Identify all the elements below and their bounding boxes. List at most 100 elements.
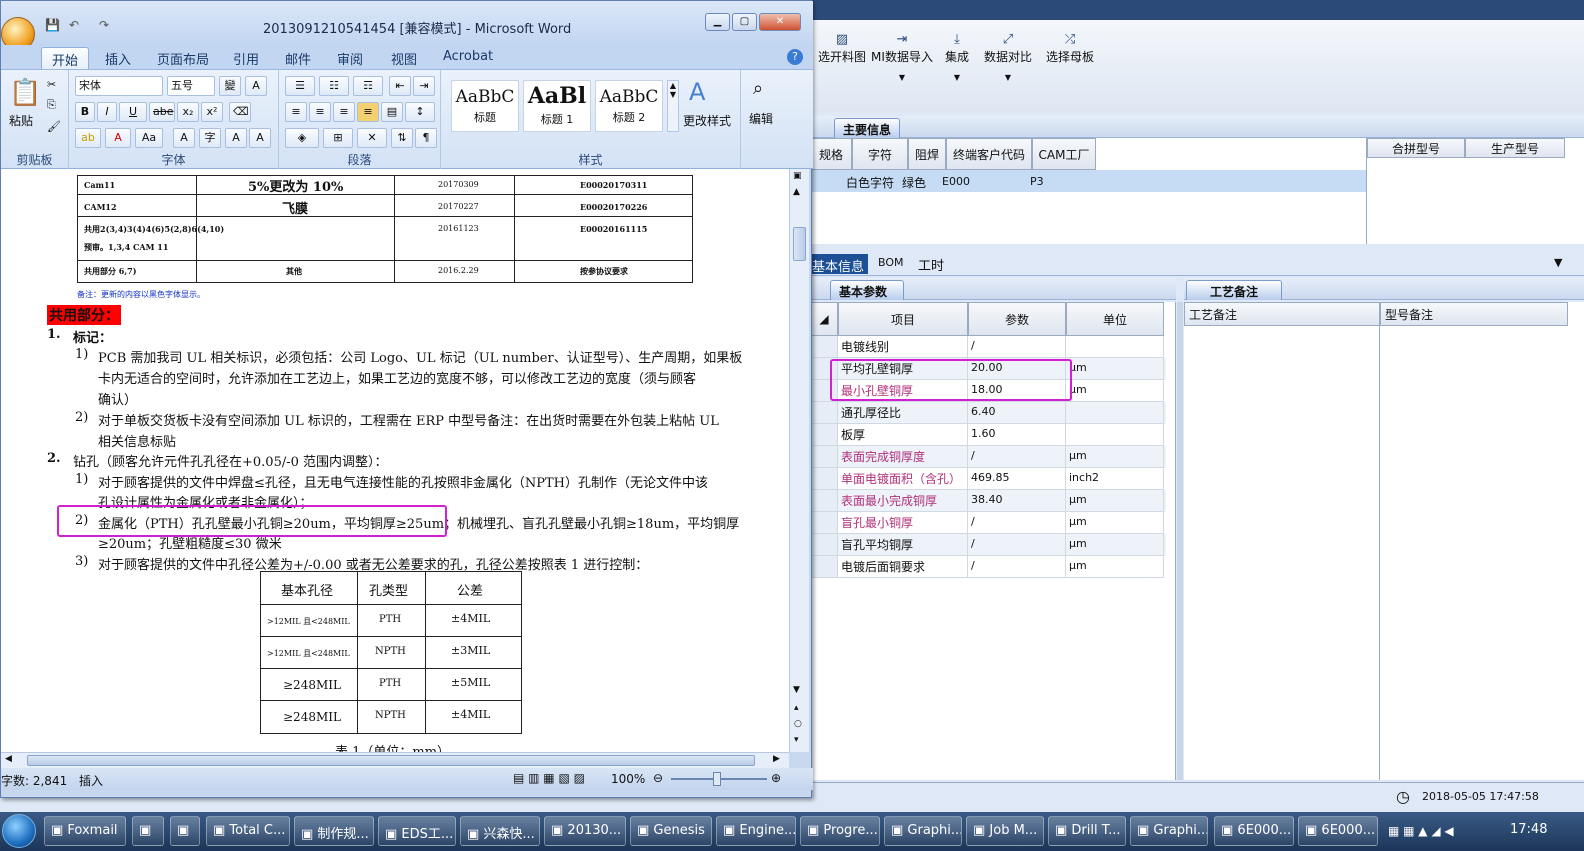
align-center-icon[interactable]: ≡ [309, 102, 331, 122]
horizontal-scrollbar[interactable]: ◀ ▶ [1, 752, 789, 768]
vertical-scrollbar[interactable]: ▣ ▲ ▼ ▴ ○ ▾ [789, 169, 809, 752]
grow-font-icon[interactable]: A [225, 128, 247, 148]
tab-insert[interactable]: 插入 [95, 47, 141, 70]
select-mother-board-button[interactable]: ⤮ 选择母板 [1044, 32, 1096, 65]
taskbar-item[interactable]: ▣ 20130... [544, 816, 626, 846]
paste-button[interactable]: 粘贴 [9, 112, 33, 129]
row-indicator[interactable] [810, 446, 838, 468]
superscript-button[interactable]: x² [201, 102, 223, 122]
col-header-item[interactable]: 项目 [838, 302, 968, 336]
row-indicator[interactable] [810, 534, 838, 556]
style-heading-2[interactable]: AaBbC 标题 2 [595, 80, 663, 132]
borders-icon[interactable]: ⊞ [323, 128, 353, 148]
taskbar-item[interactable]: ▣ Drill T... [1048, 816, 1126, 846]
tab-labor-hours[interactable]: 工时 [918, 255, 944, 274]
prev-page-icon[interactable]: ▴ [794, 703, 799, 713]
strikethrough-button[interactable]: abe [149, 102, 175, 122]
cut-icon[interactable]: ✂ [47, 78, 56, 91]
maximize-button[interactable]: ▢ [732, 13, 757, 31]
clear-format-icon[interactable]: ⌫ [229, 102, 251, 122]
redo-icon[interactable]: ↷ [99, 18, 109, 32]
tab-page-layout[interactable]: 页面布局 [147, 47, 219, 70]
param-value[interactable]: / [968, 336, 1066, 358]
numbering-icon[interactable]: ☷ [319, 76, 349, 96]
taskbar-item[interactable]: ▣ Total C... [206, 816, 290, 846]
tab-references[interactable]: 引用 [223, 47, 269, 70]
tab-view[interactable]: 视图 [381, 47, 427, 70]
save-icon[interactable]: 💾 [45, 18, 60, 32]
col-header-production-model[interactable]: 生产型号 [1465, 138, 1565, 158]
taskbar-item[interactable]: ▣ EDS工... [378, 816, 456, 846]
taskbar-item[interactable]: ▣ 6E000... [1214, 816, 1294, 846]
scroll-right-icon[interactable]: ▶ [773, 754, 780, 764]
align-right-icon[interactable]: ≡ [333, 102, 355, 122]
table-row[interactable]: 通孔厚径比 6.40 [810, 402, 1166, 424]
taskbar-item[interactable]: ▣ 6E000... [1298, 816, 1378, 846]
tab-acrobat[interactable]: Acrobat [433, 47, 503, 66]
undo-icon[interactable]: ↶ [69, 18, 79, 32]
col-header-merge-model[interactable]: 合拼型号 [1367, 138, 1465, 158]
align-left-icon[interactable]: ≡ [285, 102, 307, 122]
styles-scroll[interactable]: ▲ ▼ [667, 80, 679, 132]
browse-object-icon[interactable]: ○ [794, 719, 802, 729]
taskbar-item[interactable]: ▣ Genesis [630, 816, 712, 846]
font-size-select[interactable]: 五号 [167, 76, 215, 96]
mi-data-import-button[interactable]: ⇥ MI数据导入 ▼ [868, 32, 936, 82]
document-page[interactable]: Cam11 5%更改为 10% 20170309 E00020170311 CA… [1, 169, 789, 752]
italic-button[interactable]: I [97, 102, 117, 122]
col-header-char[interactable]: 字符 [852, 138, 908, 170]
copy-icon[interactable]: ⎘ [47, 98, 56, 112]
table-row[interactable]: 盲孔最小铜厚 / μm [810, 512, 1166, 534]
zoom-in-icon[interactable]: ⊕ [771, 771, 781, 785]
table-row[interactable]: 表面完成铜厚度 / μm [810, 446, 1166, 468]
editing-button[interactable]: 编辑 [749, 110, 773, 127]
show-marks-icon[interactable]: ¶ [415, 128, 437, 148]
hscroll-thumb[interactable] [27, 755, 755, 766]
splitter[interactable] [1177, 302, 1183, 780]
param-value[interactable]: / [968, 556, 1066, 578]
underline-button[interactable]: U [119, 102, 147, 122]
table-row[interactable]: 单面电镀面积（含孔） 469.85 inch2 [810, 468, 1166, 490]
param-value[interactable]: 38.40 [968, 490, 1066, 512]
row-indicator[interactable] [810, 512, 838, 534]
char-shading-icon[interactable]: A [173, 128, 195, 148]
col-header-cam-factory[interactable]: CAM工厂 [1032, 138, 1096, 170]
format-painter-icon[interactable]: 🖌 [47, 120, 61, 133]
sort-icon[interactable]: ⇅ [391, 128, 413, 148]
col-header-unit[interactable]: 单位 [1066, 302, 1164, 336]
taskbar-item[interactable]: ▣ [132, 816, 164, 846]
insert-mode[interactable]: 插入 [79, 772, 103, 789]
chinese-layout-icon[interactable]: ✕ [357, 128, 387, 148]
line-spacing-icon[interactable]: ↕ [405, 102, 435, 122]
tab-process-notes[interactable]: 工艺备注 [1186, 280, 1282, 300]
zoom-slider-thumb[interactable] [713, 772, 721, 786]
phonetic-guide-icon[interactable]: 變 [219, 76, 241, 96]
decrease-indent-icon[interactable]: ⇤ [389, 76, 411, 96]
taskbar-item[interactable]: ▣ Foxmail [44, 816, 126, 846]
row-indicator[interactable] [810, 468, 838, 490]
tab-main-info[interactable]: 主要信息 [834, 118, 901, 138]
multilevel-list-icon[interactable]: ☶ [353, 76, 383, 96]
word-count[interactable]: 字数: 2,841 [1, 772, 67, 789]
subscript-button[interactable]: x₂ [177, 102, 199, 122]
chevron-down-icon[interactable]: ▼ [1554, 256, 1562, 269]
increase-indent-icon[interactable]: ⇥ [413, 76, 435, 96]
distributed-icon[interactable]: ▤ [381, 102, 403, 122]
shading-icon[interactable]: ◈ [285, 128, 319, 148]
model-notes-textarea[interactable] [1380, 326, 1568, 780]
scroll-up-icon[interactable]: ▲ [793, 187, 800, 197]
tray-icons[interactable]: ▦ ▦ ▲ ◢ ◀ [1388, 824, 1454, 838]
table-row[interactable]: 电镀后面铜要求 / μm [810, 556, 1166, 578]
table-row[interactable]: 白色字符 绿色 E000 P3 [810, 170, 1366, 192]
zoom-level[interactable]: 100% [611, 772, 645, 786]
tab-mailings[interactable]: 邮件 [275, 47, 321, 70]
tab-basic-params[interactable]: 基本参数 [830, 280, 904, 300]
start-button[interactable] [2, 814, 36, 848]
taskbar-item[interactable]: ▣ Progre... [800, 816, 880, 846]
taskbar-item[interactable]: ▣ 兴森快... [460, 816, 540, 846]
taskbar-item[interactable]: ▣ Engine... [716, 816, 796, 846]
tab-basic-info[interactable]: 基本信息 [810, 254, 868, 275]
data-compare-button[interactable]: ⤢ 数据对比 ▼ [982, 32, 1034, 82]
col-header-param[interactable]: 参数 [968, 302, 1066, 336]
param-value[interactable]: / [968, 512, 1066, 534]
